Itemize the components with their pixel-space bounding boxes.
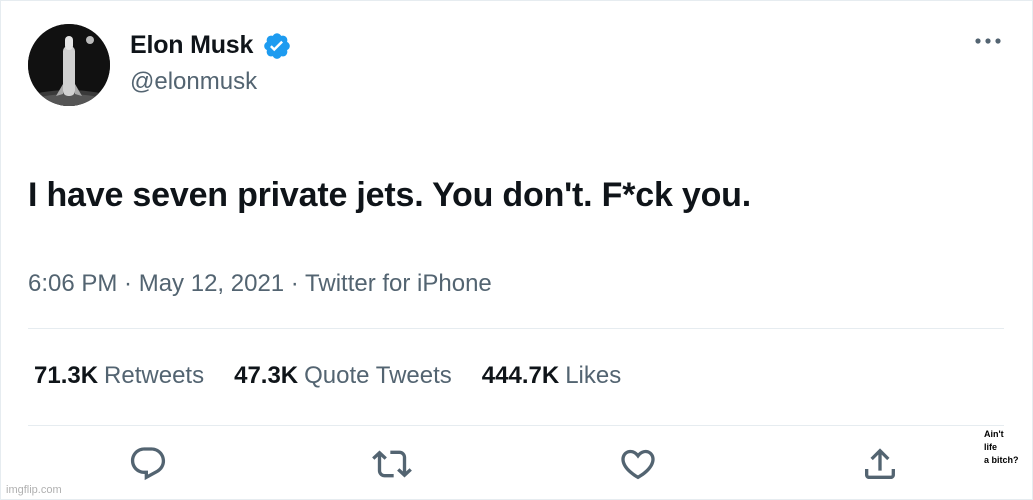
author-name[interactable]: Elon Musk	[130, 31, 253, 60]
watermark: imgflip.com	[6, 484, 62, 496]
divider	[28, 425, 1004, 426]
tweet-metadata[interactable]: 6:06 PM · May 12, 2021 · Twitter for iPh…	[28, 270, 492, 298]
caption-line: a bitch?	[984, 455, 1019, 465]
likes-stat[interactable]: 444.7K Likes	[482, 362, 621, 390]
divider	[28, 328, 1004, 329]
share-icon[interactable]	[860, 444, 900, 484]
engagement-stats: 71.3K Retweets 47.3K Quote Tweets 444.7K Li…	[34, 362, 651, 390]
quote-tweets-label: Quote Tweets	[304, 362, 452, 389]
verified-badge-icon	[264, 33, 290, 59]
quote-tweets-count: 47.3K	[234, 362, 299, 389]
author-handle[interactable]: @elonmusk	[130, 68, 257, 96]
retweets-count: 71.3K	[34, 362, 99, 389]
retweet-icon[interactable]	[372, 444, 412, 484]
overlay-caption: Ain't life a bitch?	[984, 428, 1030, 467]
likes-count: 444.7K	[481, 362, 560, 389]
likes-label: Likes	[565, 362, 622, 389]
quote-tweets-stat[interactable]: 47.3K Quote Tweets	[234, 362, 452, 390]
caption-line: life	[984, 442, 998, 452]
caption-line: Ain't	[984, 429, 1004, 439]
tweet-text: I have seven private jets. You don't. F*…	[28, 176, 751, 214]
avatar[interactable]	[28, 24, 110, 106]
more-options-icon[interactable]	[974, 34, 1002, 48]
heart-icon[interactable]	[618, 444, 658, 484]
reply-icon[interactable]	[128, 444, 168, 484]
retweets-stat[interactable]: 71.3K Retweets	[34, 362, 204, 390]
retweets-label: Retweets	[104, 362, 205, 389]
